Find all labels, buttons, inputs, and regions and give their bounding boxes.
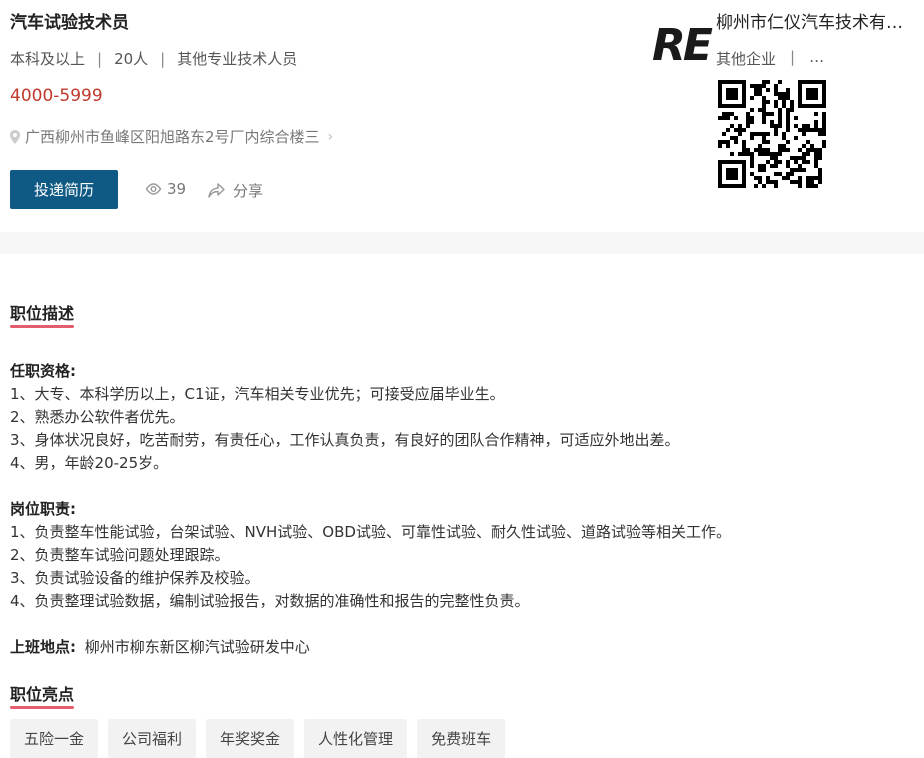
job-description-title: 职位描述: [10, 300, 75, 328]
duty-line: 3、负责试验设备的维护保养及校验。: [10, 569, 260, 587]
company-meta-more: …: [809, 48, 825, 66]
education-requirement: 本科及以上: [10, 50, 86, 68]
job-address[interactable]: 广西柳州市鱼峰区阳旭路东2号厂内综合楼三 ›: [10, 126, 333, 147]
apply-button[interactable]: 投递简历: [10, 170, 118, 209]
job-description: 任职资格: 1、大专、本科学历以上，C1证，汽车相关专业优先；可接受应届毕业生。…: [10, 360, 910, 613]
duty-line: 4、负责整理试验数据，编制试验报告，对数据的准确性和报告的完整性负责。: [10, 592, 530, 610]
view-count-value: 39: [167, 180, 187, 198]
highlight-tag: 年奖奖金: [206, 719, 295, 758]
share-label: 分享: [233, 182, 264, 200]
highlight-tag: 公司福利: [108, 719, 197, 758]
qualification-line: 2、熟悉办公软件者优先。: [10, 408, 185, 426]
job-title: 汽车试验技术员: [10, 13, 129, 33]
job-meta: 本科及以上 | 20人 | 其他专业技术人员: [10, 48, 297, 69]
title-underline: [10, 706, 75, 709]
highlight-tag: 五险一金: [10, 719, 99, 758]
company-meta: 其他企业 | …: [716, 48, 824, 69]
chevron-right-icon: ›: [327, 128, 334, 145]
title-underline: [10, 325, 75, 328]
meta-separator: |: [97, 49, 103, 68]
location-pin-icon: [10, 129, 20, 144]
duties-heading: 岗位职责:: [10, 500, 76, 518]
share-button[interactable]: 分享: [208, 180, 263, 201]
section-divider: [0, 232, 924, 254]
job-category: 其他专业技术人员: [177, 50, 298, 68]
highlight-tags: 五险一金 公司福利 年奖奖金 人性化管理 免费班车: [10, 719, 506, 758]
company-type: 其他企业: [716, 50, 777, 68]
highlight-tag: 免费班车: [417, 719, 506, 758]
headcount: 20人: [114, 50, 149, 68]
eye-icon: [145, 183, 162, 195]
duty-line: 2、负责整车试验问题处理跟踪。: [10, 546, 230, 564]
share-icon: [208, 183, 225, 198]
qualification-line: 1、大专、本科学历以上，C1证，汽车相关专业优先；可接受应届毕业生。: [10, 385, 505, 403]
view-count: 39: [145, 180, 186, 198]
meta-separator: |: [790, 48, 796, 66]
salary: 4000-5999: [10, 86, 103, 106]
workplace-label: 上班地点:: [10, 638, 76, 656]
qr-code: [718, 80, 826, 188]
svg-text:RE: RE: [652, 22, 713, 64]
address-text: 广西柳州市鱼峰区阳旭路东2号厂内综合楼三: [25, 128, 320, 146]
meta-separator: |: [160, 49, 166, 68]
highlight-tag: 人性化管理: [304, 719, 408, 758]
qualifications-heading: 任职资格:: [10, 362, 76, 380]
workplace: 上班地点: 柳州市柳东新区柳汽试验研发中心: [10, 636, 310, 657]
company-logo[interactable]: RE: [652, 22, 716, 64]
duty-line: 1、负责整车性能试验，台架试验、NVH试验、OBD试验、可靠性试验、耐久性试验、…: [10, 523, 731, 541]
company-name[interactable]: 柳州市仁仪汽车技术有限公司: [716, 8, 916, 33]
workplace-value: 柳州市柳东新区柳汽试验研发中心: [84, 638, 310, 656]
job-highlights-title: 职位亮点: [10, 681, 75, 709]
qualification-line: 4、男，年龄20-25岁。: [10, 454, 169, 472]
qualification-line: 3、身体状况良好，吃苦耐劳，有责任心，工作认真负责，有良好的团队合作精神，可适应…: [10, 431, 680, 449]
